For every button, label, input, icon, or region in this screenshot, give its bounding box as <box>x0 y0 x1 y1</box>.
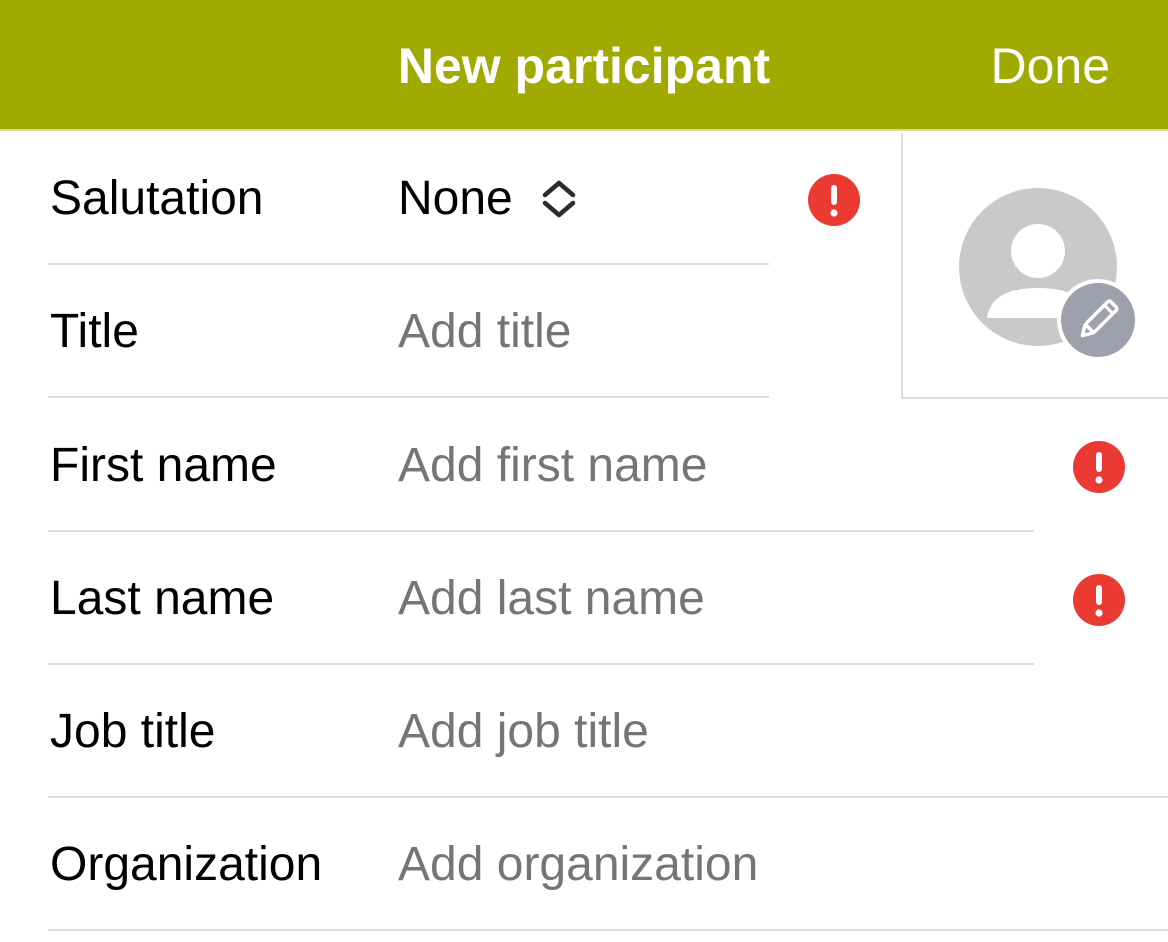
last-name-row[interactable]: Last name <box>0 533 1168 665</box>
job-title-row[interactable]: Job title <box>0 666 1168 798</box>
title-label: Title <box>50 305 139 358</box>
pencil-icon <box>1080 299 1119 338</box>
divider <box>48 263 769 265</box>
last-name-label: Last name <box>50 572 275 625</box>
last-name-input[interactable] <box>398 533 1038 665</box>
job-title-input[interactable] <box>398 666 1098 798</box>
title-row[interactable]: Title <box>0 266 901 398</box>
avatar-panel <box>901 133 1168 399</box>
organization-label: Organization <box>50 838 323 891</box>
title-input[interactable] <box>398 266 878 398</box>
first-name-input[interactable] <box>398 400 1038 532</box>
salutation-row[interactable]: Salutation None <box>0 133 901 265</box>
job-title-label: Job title <box>50 705 216 758</box>
organization-row[interactable]: Organization <box>0 799 1168 931</box>
divider <box>48 663 1034 665</box>
first-name-row[interactable]: First name <box>0 400 1168 532</box>
first-name-label: First name <box>50 439 277 492</box>
divider <box>48 929 1168 931</box>
first-name-error-icon[interactable] <box>1073 441 1125 493</box>
divider <box>48 530 1034 532</box>
organization-input[interactable] <box>398 799 1098 931</box>
divider <box>48 396 769 398</box>
salutation-label: Salutation <box>50 172 264 225</box>
salutation-select[interactable]: None <box>398 133 513 265</box>
last-name-error-icon[interactable] <box>1073 574 1125 626</box>
done-button[interactable]: Done <box>990 36 1110 96</box>
navigation-bar: New participant Done <box>0 0 1168 131</box>
salutation-error-icon[interactable] <box>808 174 860 226</box>
chevron-up-down-icon[interactable] <box>540 179 578 219</box>
divider <box>48 796 1168 798</box>
edit-photo-button[interactable] <box>1061 283 1135 357</box>
